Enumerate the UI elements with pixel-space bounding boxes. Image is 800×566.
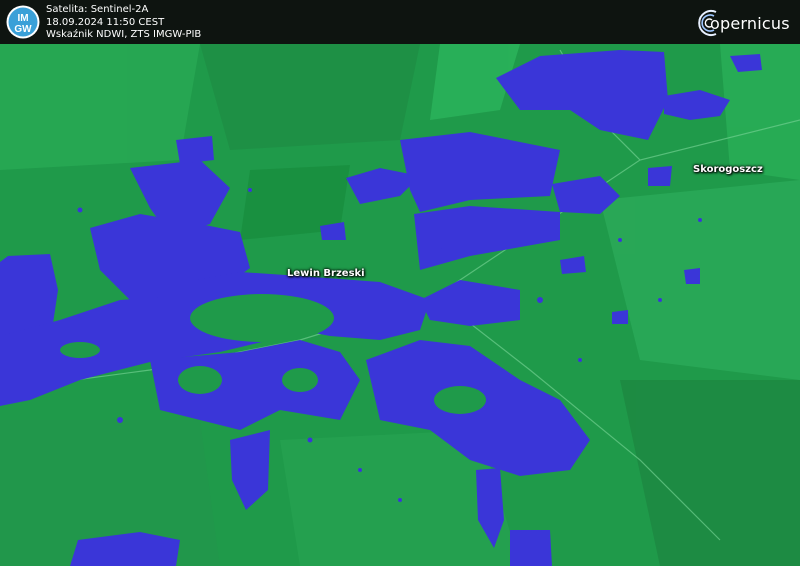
river-island xyxy=(190,294,334,342)
place-label-skorogoszcz: Skorogoszcz xyxy=(693,164,763,175)
map-viewer: IM GW Satelita: Sentinel-2A 18.09.2024 1… xyxy=(0,0,800,566)
satellite-label: Satelita: Sentinel-2A xyxy=(46,4,149,15)
datetime-label: 18.09.2024 11:50 CEST xyxy=(46,16,165,28)
imgw-logo: IM GW xyxy=(6,5,40,39)
imgw-logo-bottom: GW xyxy=(14,24,32,35)
index-label: Wskaźnik NDWI, ZTS IMGW-PIB xyxy=(46,29,202,40)
copernicus-wordmark: opernicus xyxy=(710,14,790,33)
header-text-block: Satelita: Sentinel-2A 18.09.2024 11:50 C… xyxy=(46,4,201,42)
info-header: IM GW Satelita: Sentinel-2A 18.09.2024 1… xyxy=(0,0,800,44)
place-label-lewin-brzeski: Lewin Brzeski xyxy=(287,268,365,279)
copernicus-logo: opernicus xyxy=(696,6,796,40)
imgw-logo-top: IM xyxy=(17,13,28,24)
ndwi-flood-map[interactable] xyxy=(0,0,800,566)
